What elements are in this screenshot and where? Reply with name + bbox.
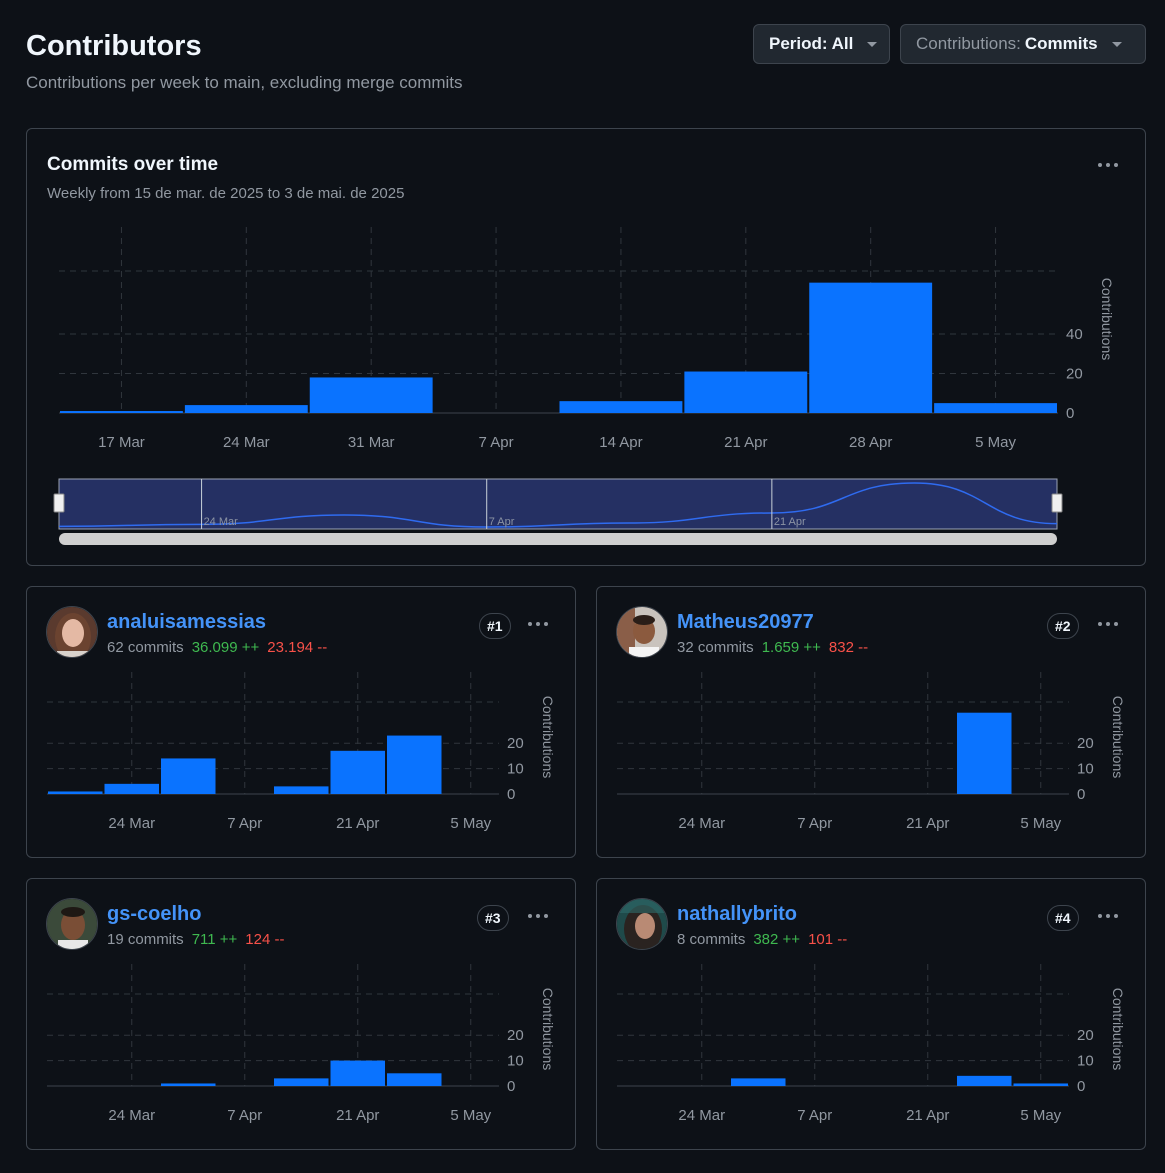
contributor-card: Matheus20977 32 commits 1.659 ++ 832 -- #2… <box>596 586 1146 858</box>
contributor-card: analuisamessias 62 commits 36.099 ++ 23.19… <box>26 586 576 858</box>
bar <box>1013 1083 1068 1086</box>
x-tick-label: 7 Apr <box>797 815 832 832</box>
y-axis-title: Contributions <box>1110 696 1126 779</box>
period-dropdown-button[interactable]: Period: All <box>753 24 890 64</box>
x-tick-label: 31 Mar <box>348 434 395 451</box>
x-tick-label: 5 May <box>1020 815 1061 832</box>
x-tick-label: 5 May <box>1020 1107 1061 1124</box>
x-tick-label: 17 Mar <box>98 434 145 451</box>
x-tick-label: 5 May <box>975 434 1016 451</box>
x-tick-label: 21 Apr <box>336 1107 379 1124</box>
x-tick-label: 24 Mar <box>108 1107 155 1124</box>
y-axis-title: Contributions <box>1110 988 1126 1071</box>
y-axis-title: Contributions <box>540 696 556 779</box>
contributions-dropdown-button[interactable]: Contributions: Commits <box>900 24 1146 64</box>
y-tick-label: 0 <box>507 786 515 803</box>
y-tick-label: 10 <box>507 1053 524 1070</box>
y-tick-label: 0 <box>507 1078 515 1095</box>
contributions-value: Commits <box>1024 34 1098 53</box>
x-tick-label: 28 Apr <box>849 434 892 451</box>
contributor-card: nathallybrito 8 commits 382 ++ 101 -- #4 2… <box>596 878 1146 1150</box>
overview-chart: 17 Mar 24 Mar 31 Mar 7 Apr 14 Apr 21 Apr 28 Ap… <box>53 227 1115 545</box>
navigator-tick-label: 21 Apr <box>774 516 806 528</box>
bar <box>809 282 933 413</box>
bar <box>957 712 1012 794</box>
period-value: All <box>831 34 854 53</box>
contributor-chart: 24 Mar 7 Apr 21 Apr 5 May 0 10 20 Contributions <box>47 672 556 832</box>
x-tick-label: 24 Mar <box>223 434 270 451</box>
x-tick-label: 24 Mar <box>678 815 725 832</box>
x-tick-label: 7 Apr <box>227 815 262 832</box>
bar <box>330 750 385 794</box>
contributor-chart: 24 Mar 7 Apr 21 Apr 5 May 0 10 20 Contributions <box>617 964 1126 1124</box>
page-title: Contributors <box>26 30 202 62</box>
chevron-down-icon <box>1111 41 1122 47</box>
x-tick-label: 24 Mar <box>108 815 155 832</box>
x-tick-label: 21 Apr <box>906 1107 949 1124</box>
y-tick-label: 0 <box>1077 1078 1085 1095</box>
bar <box>48 791 103 794</box>
contributor-chart: 24 Mar 7 Apr 21 Apr 5 May 0 10 20 Contributions <box>47 964 556 1124</box>
chevron-down-icon <box>867 41 878 47</box>
x-tick-label: 24 Mar <box>678 1107 725 1124</box>
y-tick-label: 10 <box>1077 1053 1094 1070</box>
contributor-chart: 24 Mar 7 Apr 21 Apr 5 May 0 10 20 Contributions <box>617 672 1126 832</box>
navigator-tick-label: 24 Mar <box>204 516 239 528</box>
x-tick-label: 21 Apr <box>724 434 767 451</box>
y-tick-label: 0 <box>1077 786 1085 803</box>
x-tick-label: 7 Apr <box>797 1107 832 1124</box>
y-tick-label: 20 <box>1066 366 1083 383</box>
bar <box>330 1060 385 1086</box>
x-tick-label: 7 Apr <box>479 434 514 451</box>
bar <box>957 1075 1012 1086</box>
period-label: Period: <box>769 34 828 53</box>
bar <box>274 1078 329 1086</box>
bar <box>309 377 433 413</box>
bar <box>60 411 183 413</box>
y-tick-label: 10 <box>1077 761 1094 778</box>
y-axis-title: Contributions <box>1099 278 1115 361</box>
y-tick-label: 20 <box>507 1027 524 1044</box>
bar <box>731 1078 786 1086</box>
y-axis-title: Contributions <box>540 988 556 1071</box>
contributions-label: Contributions: <box>916 34 1021 53</box>
y-tick-label: 20 <box>507 735 524 752</box>
navigator-scrollbar <box>59 533 1057 545</box>
x-tick-label: 21 Apr <box>336 815 379 832</box>
bar <box>184 405 308 413</box>
bar <box>934 403 1057 413</box>
bar <box>684 371 808 413</box>
bar <box>161 1083 216 1086</box>
bar <box>387 735 442 794</box>
y-tick-label: 20 <box>1077 1027 1094 1044</box>
commits-over-time-panel: Commits over time Weekly from 15 de mar.… <box>26 128 1146 566</box>
y-tick-label: 20 <box>1077 735 1094 752</box>
y-tick-label: 40 <box>1066 326 1083 343</box>
page-subtitle: Contributions per week to main, excludin… <box>26 73 463 92</box>
y-tick-label: 10 <box>507 761 524 778</box>
x-tick-label: 5 May <box>450 815 491 832</box>
x-tick-label: 14 Apr <box>599 434 642 451</box>
bar <box>161 758 216 794</box>
navigator-right-handle <box>1051 493 1063 513</box>
bar <box>559 401 683 413</box>
x-tick-label: 7 Apr <box>227 1107 262 1124</box>
bar <box>387 1073 442 1086</box>
navigator-tick-label: 7 Apr <box>489 516 515 528</box>
bar <box>104 783 159 794</box>
x-tick-label: 21 Apr <box>906 815 949 832</box>
contributor-card: gs-coelho 19 commits 711 ++ 124 -- #3 24 M… <box>26 878 576 1150</box>
navigator-left-handle <box>53 493 65 513</box>
bar <box>274 786 329 794</box>
y-tick-label: 0 <box>1066 405 1074 422</box>
x-tick-label: 5 May <box>450 1107 491 1124</box>
